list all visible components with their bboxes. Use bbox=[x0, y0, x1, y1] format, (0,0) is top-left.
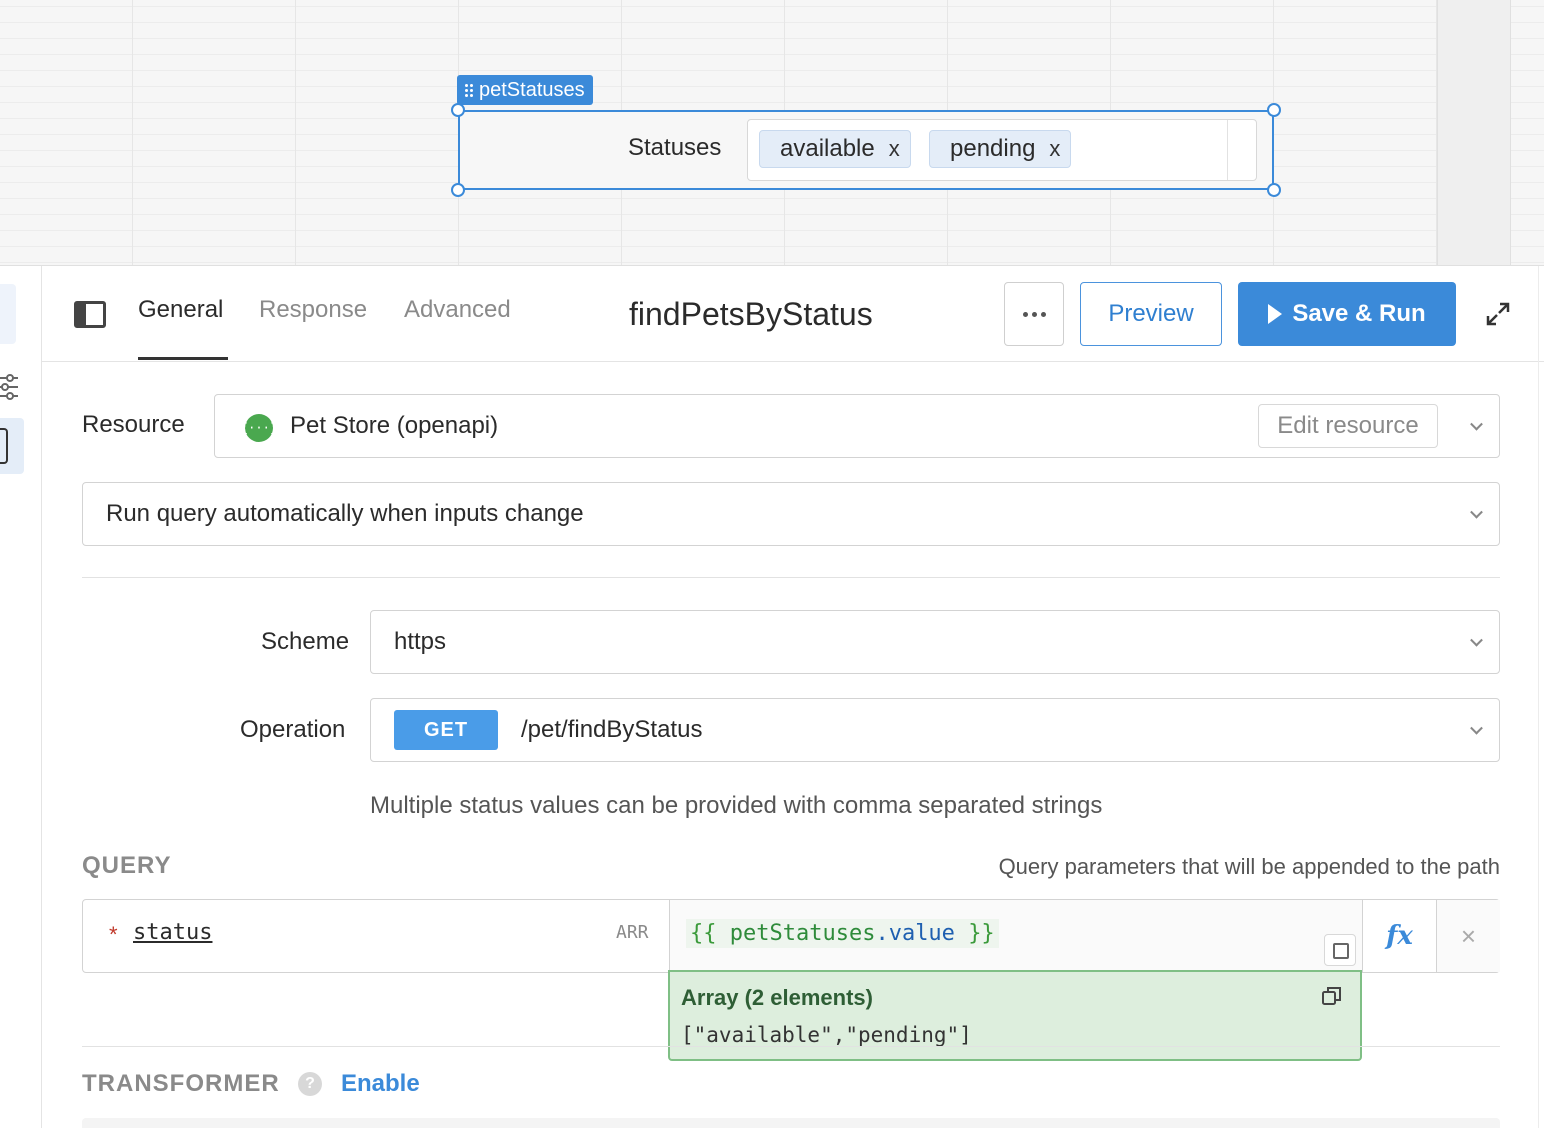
rail-tab[interactable] bbox=[0, 284, 16, 344]
remove-param-button[interactable]: × bbox=[1436, 900, 1500, 972]
query-editor-header: General Response Advanced findPetsByStat… bbox=[42, 266, 1544, 362]
scheme-select[interactable]: https bbox=[370, 610, 1500, 674]
operation-path: /pet/findByStatus bbox=[521, 716, 703, 743]
chevron-down-icon bbox=[1470, 633, 1483, 647]
openapi-icon: {···} bbox=[241, 414, 277, 442]
chevron-down-icon bbox=[1470, 417, 1483, 431]
expand-icon[interactable] bbox=[1484, 300, 1512, 328]
query-param-row: * status ARR {{ petStatuses.value }} fx … bbox=[82, 899, 1500, 973]
chip-pending: pending x bbox=[929, 130, 1072, 168]
canvas-scroll-strip bbox=[1437, 0, 1511, 265]
copy-icon[interactable] bbox=[1322, 986, 1342, 1006]
http-method-badge: GET bbox=[394, 710, 498, 750]
resize-handle-bottom-left[interactable] bbox=[451, 183, 465, 197]
save-run-button[interactable]: Save & Run bbox=[1238, 282, 1456, 346]
more-button[interactable] bbox=[1004, 282, 1064, 346]
statuses-multiselect-input[interactable]: available x pending x bbox=[747, 119, 1257, 181]
resource-value: Pet Store (openapi) bbox=[290, 412, 499, 439]
save-run-label: Save & Run bbox=[1292, 300, 1426, 327]
divider bbox=[82, 1046, 1500, 1047]
component-name: petStatuses bbox=[479, 78, 585, 101]
eval-type-title: Array (2 elements) bbox=[681, 985, 873, 1010]
transformer-editor bbox=[82, 1118, 1500, 1128]
resize-handle-top-left[interactable] bbox=[451, 103, 465, 117]
input-divider bbox=[1227, 120, 1228, 180]
operation-hint: Multiple status values can be provided w… bbox=[370, 792, 1103, 819]
query-section-heading: QUERY bbox=[82, 852, 172, 879]
resource-label: Resource bbox=[82, 411, 185, 438]
scheme-value: https bbox=[394, 628, 447, 655]
settings-sliders-icon[interactable] bbox=[0, 372, 20, 402]
rail-tab-active[interactable] bbox=[0, 418, 24, 474]
resize-handle-top-right[interactable] bbox=[1267, 103, 1281, 117]
param-type-badge: ARR bbox=[616, 922, 649, 943]
resize-handle-bottom-right[interactable] bbox=[1267, 183, 1281, 197]
query-section-hint: Query parameters that will be appended t… bbox=[998, 854, 1500, 879]
resource-select[interactable]: {···} Pet Store (openapi) Edit resource bbox=[214, 394, 1500, 458]
expand-editor-icon[interactable] bbox=[1324, 934, 1356, 966]
fx-button[interactable]: fx bbox=[1362, 900, 1436, 972]
run-mode-value: Run query automatically when inputs chan… bbox=[106, 500, 584, 527]
grip-icon[interactable] bbox=[465, 83, 473, 97]
param-key[interactable]: status bbox=[133, 920, 212, 945]
operation-select[interactable]: GET /pet/findByStatus bbox=[370, 698, 1500, 762]
eval-value: ["available","pending"] bbox=[681, 1023, 972, 1047]
chip-remove-icon[interactable]: x bbox=[1049, 136, 1060, 162]
more-icon bbox=[1022, 311, 1028, 317]
sidebar-toggle-icon[interactable] bbox=[74, 301, 106, 328]
chip-remove-icon[interactable]: x bbox=[889, 136, 900, 162]
tab-general[interactable]: General bbox=[138, 296, 223, 324]
tab-advanced[interactable]: Advanced bbox=[404, 296, 511, 324]
help-icon[interactable]: ? bbox=[298, 1072, 322, 1096]
tab-response[interactable]: Response bbox=[259, 296, 367, 324]
chevron-down-icon bbox=[1470, 505, 1483, 519]
required-marker: * bbox=[109, 922, 118, 947]
scheme-label: Scheme bbox=[261, 628, 350, 655]
right-edge bbox=[1538, 266, 1544, 1128]
enable-transformer-link[interactable]: Enable bbox=[341, 1070, 420, 1098]
panel-icon bbox=[0, 428, 8, 464]
run-mode-select[interactable]: Run query automatically when inputs chan… bbox=[82, 482, 1500, 546]
divider bbox=[82, 577, 1500, 578]
chip-available: available x bbox=[759, 130, 911, 168]
param-value-editor[interactable]: {{ petStatuses.value }} bbox=[669, 900, 1362, 972]
preview-button[interactable]: Preview bbox=[1080, 282, 1222, 346]
chip-label: available bbox=[780, 135, 875, 162]
play-icon bbox=[1268, 304, 1283, 324]
chip-label: pending bbox=[950, 135, 1036, 162]
component-name-tag[interactable]: petStatuses bbox=[457, 75, 593, 105]
transformer-heading: TRANSFORMER bbox=[82, 1070, 280, 1097]
query-name[interactable]: findPetsByStatus bbox=[629, 296, 873, 333]
edit-resource-button[interactable]: Edit resource bbox=[1258, 404, 1438, 448]
statuses-label: Statuses bbox=[628, 134, 722, 161]
evaluation-preview: Array (2 elements) ["available","pending… bbox=[668, 970, 1362, 1061]
param-value-code: {{ petStatuses.value }} bbox=[686, 919, 999, 948]
operation-label: Operation bbox=[240, 716, 346, 743]
active-tab-indicator bbox=[138, 357, 228, 360]
chevron-down-icon bbox=[1470, 721, 1483, 735]
